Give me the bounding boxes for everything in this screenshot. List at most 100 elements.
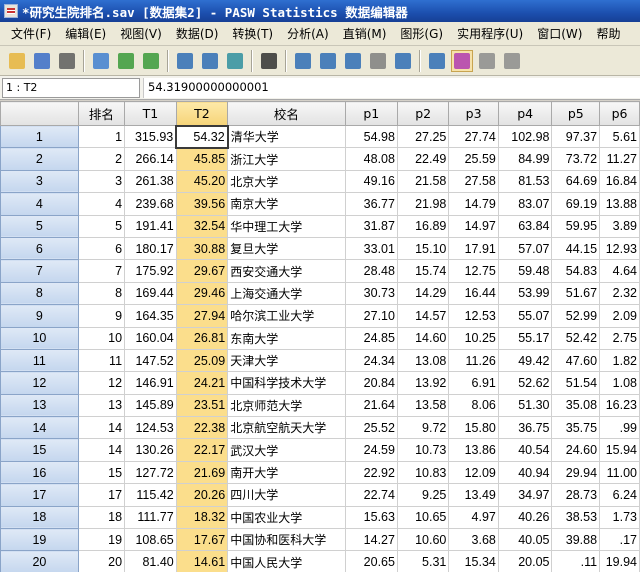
data-cell[interactable]: 12.75 <box>448 259 499 283</box>
data-cell[interactable]: 11.26 <box>448 348 499 373</box>
data-cell[interactable]: 2.09 <box>599 304 640 328</box>
data-cell[interactable]: 13.58 <box>396 393 450 418</box>
menu-item-3[interactable]: 数据(D) <box>169 25 226 42</box>
data-cell[interactable]: 39.88 <box>551 528 601 552</box>
data-cell[interactable]: 52.62 <box>497 371 553 395</box>
row-header[interactable]: 11 <box>0 348 79 373</box>
data-cell[interactable]: 5.61 <box>599 124 640 149</box>
data-cell[interactable]: 51.54 <box>551 371 601 395</box>
data-cell[interactable]: 15.80 <box>448 416 499 440</box>
row-header[interactable]: 2 <box>0 147 79 171</box>
data-cell[interactable]: 19.94 <box>599 550 640 572</box>
data-cell[interactable]: 12.93 <box>599 236 640 261</box>
data-cell[interactable]: 130.26 <box>124 438 177 462</box>
data-cell[interactable]: 4.97 <box>448 505 499 530</box>
data-cell[interactable]: 1 <box>77 124 126 149</box>
data-cell[interactable]: 8 <box>77 281 126 306</box>
data-cell[interactable]: 天津大学 <box>227 348 346 373</box>
data-cell[interactable]: 16.89 <box>396 214 450 238</box>
row-header[interactable]: 4 <box>0 192 79 216</box>
data-cell[interactable]: 14 <box>77 416 126 440</box>
data-cell[interactable]: 9.72 <box>396 416 450 440</box>
data-cell[interactable]: 29.94 <box>551 460 601 485</box>
data-cell[interactable]: 63.84 <box>497 214 553 238</box>
data-cell[interactable]: 20.05 <box>497 550 553 572</box>
data-cell[interactable]: 13.08 <box>396 348 450 373</box>
data-cell[interactable]: 145.89 <box>124 393 177 418</box>
data-cell[interactable]: 315.93 <box>124 124 177 149</box>
data-cell[interactable]: 45.20 <box>175 169 229 194</box>
data-cell[interactable]: 40.94 <box>497 460 553 485</box>
data-cell[interactable]: 33.01 <box>344 236 398 261</box>
data-cell[interactable]: 38.53 <box>551 505 601 530</box>
data-cell[interactable]: 东南大学 <box>227 326 346 350</box>
data-cell[interactable]: 3.68 <box>448 528 499 552</box>
data-cell[interactable]: 54.98 <box>344 124 398 149</box>
variables-icon[interactable] <box>224 50 246 72</box>
data-cell[interactable]: 2 <box>77 147 126 171</box>
data-cell[interactable]: 24.60 <box>551 438 601 462</box>
spell-check-icon[interactable] <box>501 50 523 72</box>
row-header[interactable]: 17 <box>0 483 79 507</box>
data-cell[interactable]: 30.73 <box>344 281 398 306</box>
menu-item-2[interactable]: 视图(V) <box>113 25 169 42</box>
data-cell[interactable]: 25.52 <box>344 416 398 440</box>
data-cell[interactable]: 27.10 <box>344 304 398 328</box>
data-cell[interactable]: 4.64 <box>599 259 640 283</box>
data-cell[interactable]: 24.34 <box>344 348 398 373</box>
data-cell[interactable]: 6 <box>77 236 126 261</box>
data-cell[interactable]: 22.38 <box>175 416 229 440</box>
data-cell[interactable]: 27.74 <box>448 124 499 149</box>
data-cell[interactable]: 175.92 <box>124 259 177 283</box>
data-cell[interactable]: 169.44 <box>124 281 177 306</box>
data-cell[interactable]: 51.30 <box>497 393 553 418</box>
data-cell[interactable]: 北京师范大学 <box>227 393 346 418</box>
data-cell[interactable]: 清华大学 <box>227 124 346 149</box>
data-cell[interactable]: 47.60 <box>551 348 601 373</box>
redo-icon[interactable] <box>140 50 162 72</box>
menu-item-1[interactable]: 编辑(E) <box>58 25 113 42</box>
data-cell[interactable]: 49.42 <box>497 348 553 373</box>
data-cell[interactable]: 54.83 <box>551 259 601 283</box>
row-header[interactable]: 12 <box>0 371 79 395</box>
data-cell[interactable]: 3.89 <box>599 214 640 238</box>
data-cell[interactable]: 55.17 <box>497 326 553 350</box>
data-cell[interactable]: 14.97 <box>448 214 499 238</box>
menu-item-8[interactable]: 实用程序(U) <box>450 25 530 42</box>
data-cell[interactable]: 23.51 <box>175 393 229 418</box>
undo-icon[interactable] <box>115 50 137 72</box>
menu-item-10[interactable]: 帮助 <box>589 25 627 42</box>
data-cell[interactable]: 45.85 <box>175 147 229 171</box>
data-cell[interactable]: 6.24 <box>599 483 640 507</box>
data-cell[interactable]: 127.72 <box>124 460 177 485</box>
data-cell[interactable]: 5.31 <box>396 550 450 572</box>
data-cell[interactable]: 69.19 <box>551 192 601 216</box>
data-cell[interactable]: 26.81 <box>175 326 229 350</box>
data-cell[interactable]: 15.94 <box>599 438 640 462</box>
data-cell[interactable]: 17.91 <box>448 236 499 261</box>
data-cell[interactable]: 21.98 <box>396 192 450 216</box>
data-cell[interactable]: 北京大学 <box>227 169 346 194</box>
show-all-variables-icon[interactable] <box>476 50 498 72</box>
data-cell[interactable]: 武汉大学 <box>227 438 346 462</box>
data-cell[interactable]: 29.67 <box>175 259 229 283</box>
data-cell[interactable]: 10 <box>77 326 126 350</box>
data-cell[interactable]: 20.26 <box>175 483 229 507</box>
data-cell[interactable]: 30.88 <box>175 236 229 261</box>
data-cell[interactable]: 中国农业大学 <box>227 505 346 530</box>
data-cell[interactable]: 10.25 <box>448 326 499 350</box>
data-cell[interactable]: 中国科学技术大学 <box>227 371 346 395</box>
data-cell[interactable]: 13.49 <box>448 483 499 507</box>
data-cell[interactable]: 239.68 <box>124 192 177 216</box>
data-cell[interactable]: 8.06 <box>448 393 499 418</box>
column-header-p4[interactable]: p4 <box>497 101 553 126</box>
data-cell[interactable]: 35.75 <box>551 416 601 440</box>
data-cell[interactable]: 32.54 <box>175 214 229 238</box>
data-cell[interactable]: 40.26 <box>497 505 553 530</box>
data-cell[interactable]: 16.84 <box>599 169 640 194</box>
data-cell[interactable]: 81.40 <box>124 550 177 572</box>
data-cell[interactable]: 北京航空航天大学 <box>227 416 346 440</box>
data-cell[interactable]: 10.60 <box>396 528 450 552</box>
data-cell[interactable]: 28.48 <box>344 259 398 283</box>
row-header[interactable]: 5 <box>0 214 79 238</box>
